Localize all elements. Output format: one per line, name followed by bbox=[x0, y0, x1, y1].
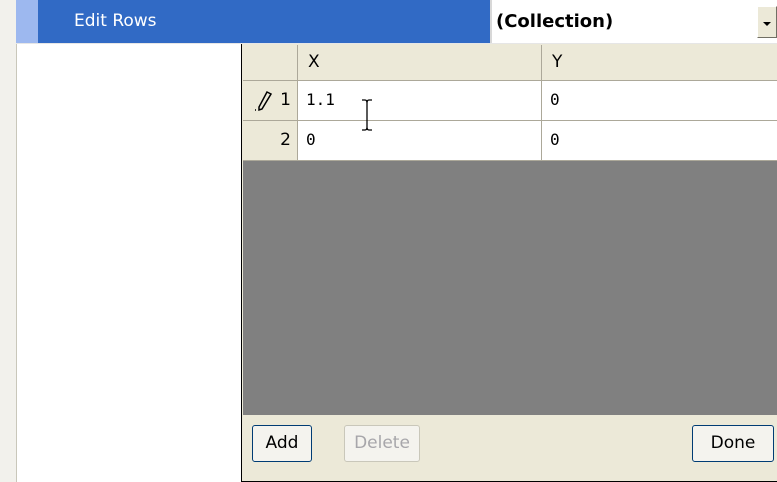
pencil-icon bbox=[255, 91, 273, 112]
cell-x[interactable]: 0 bbox=[298, 121, 542, 161]
cell-x[interactable]: 1.1 bbox=[298, 81, 542, 121]
property-row-marker bbox=[16, 0, 38, 43]
property-value[interactable]: (Collection) bbox=[492, 0, 757, 43]
grid-corner-cell[interactable] bbox=[243, 45, 298, 81]
dropdown-button[interactable] bbox=[757, 6, 777, 38]
row-number: 2 bbox=[280, 130, 291, 150]
row-number: 1 bbox=[280, 90, 291, 110]
delete-button[interactable]: Delete bbox=[344, 425, 420, 462]
column-header-x[interactable]: X bbox=[298, 45, 542, 81]
property-grid-gutter bbox=[0, 0, 17, 482]
text-cursor-icon bbox=[362, 99, 372, 131]
done-button[interactable]: Done bbox=[692, 425, 774, 462]
grid-header-row: X Y bbox=[243, 45, 777, 81]
column-header-y[interactable]: Y bbox=[542, 45, 777, 81]
row-header[interactable]: 1 bbox=[243, 81, 298, 121]
data-grid[interactable]: X Y 1 1.1 0 2 0 0 bbox=[243, 45, 777, 415]
cell-y[interactable]: 0 bbox=[542, 81, 777, 121]
table-row[interactable]: 2 0 0 bbox=[243, 121, 777, 161]
table-row[interactable]: 1 1.1 0 bbox=[243, 81, 777, 121]
row-header[interactable]: 2 bbox=[243, 121, 298, 161]
chevron-down-icon bbox=[763, 22, 771, 26]
add-button[interactable]: Add bbox=[252, 425, 312, 462]
collection-editor-panel: X Y 1 1.1 0 2 0 0 Add Delete Done bbox=[241, 44, 777, 482]
property-name[interactable]: Edit Rows bbox=[38, 0, 490, 43]
property-row-edit-rows[interactable]: Edit Rows (Collection) bbox=[0, 0, 777, 44]
cell-y[interactable]: 0 bbox=[542, 121, 777, 161]
property-grid-window: Edit Rows (Collection) X Y 1 1.1 0 2 0 0… bbox=[0, 0, 777, 482]
